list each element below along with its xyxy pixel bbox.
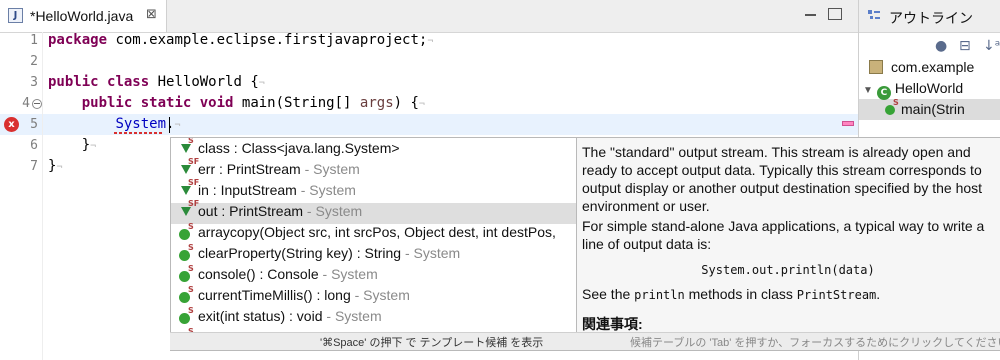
- static-final-field-icon: SF: [179, 200, 199, 217]
- completion-label: console() : Console: [198, 266, 319, 282]
- printstream-link[interactable]: PrintStream: [797, 288, 876, 302]
- completion-item[interactable]: Sconsole() : Console - System: [171, 265, 577, 287]
- maximize-icon[interactable]: [828, 8, 842, 20]
- code-line-1[interactable]: package com.example.eclipse.firstjavapro…: [48, 30, 433, 51]
- editor-tab-title: *HelloWorld.java: [30, 8, 134, 24]
- static-method-icon: S: [179, 223, 194, 240]
- completion-label: in : InputStream: [198, 182, 297, 198]
- static-method-icon: S: [885, 98, 899, 115]
- completion-item[interactable]: SclearProperty(String key) : String - Sy…: [171, 244, 577, 266]
- code-line-3[interactable]: public class HelloWorld {¬: [48, 72, 265, 93]
- completion-label: err : PrintStream: [198, 161, 301, 177]
- close-tab-icon[interactable]: ⊠: [146, 7, 157, 22]
- completion-qualifier: - System: [303, 203, 363, 219]
- sort-icon[interactable]: ↓ᵃ: [983, 38, 1000, 54]
- completion-item[interactable]: SF in : InputStream - System: [171, 179, 577, 203]
- static-method-icon: S: [179, 244, 194, 261]
- completion-label: clearProperty(String key) : String: [198, 245, 402, 261]
- completion-item[interactable]: Sclass : Class<java.lang.System>: [171, 138, 577, 161]
- completion-qualifier: - System: [382, 350, 441, 351]
- code-line-6[interactable]: }¬: [48, 135, 96, 156]
- static-method-icon: S: [179, 307, 194, 324]
- line-number: 4: [22, 96, 30, 111]
- gutter-divider: [42, 32, 43, 360]
- completion-item[interactable]: ScurrentTimeMillis() : long - System: [171, 286, 577, 308]
- focus-hint: 候補テーブルの 'Tab' を押すか、フォーカスするためにクリックしてください: [630, 337, 1000, 349]
- code-line-7[interactable]: }¬: [48, 156, 62, 177]
- completion-label: exit(int status) : void: [198, 308, 323, 324]
- completion-qualifier: - System: [350, 287, 410, 303]
- error-squiggle: [114, 132, 162, 134]
- line-number: 6: [30, 138, 38, 153]
- javadoc-paragraph: For simple stand-alone Java applications…: [582, 218, 985, 252]
- text-caret: [169, 117, 170, 133]
- template-hint: '⌘Space' の押下 で テンプレート候補 を表示: [320, 337, 544, 349]
- package-icon: [869, 60, 883, 74]
- editor-tab-helloworld[interactable]: J *HelloWorld.java ⊠: [0, 0, 167, 32]
- completion-item[interactable]: Sarraycopy(Object src, int srcPos, Objec…: [171, 223, 577, 245]
- completion-item[interactable]: Sgetenv() : Map<String,String> - System: [188, 349, 441, 351]
- content-assist-popup[interactable]: Sclass : Class<java.lang.System> SF err : …: [170, 137, 578, 351]
- completion-label: arraycopy(Object src, int srcPos, Object…: [198, 224, 556, 240]
- static-method-icon: S: [179, 265, 194, 282]
- completion-item[interactable]: Sexit(int status) : void - System: [171, 307, 577, 329]
- static-final-field-icon: SF: [179, 158, 199, 175]
- outline-view-title[interactable]: アウトライン: [889, 8, 973, 28]
- static-field-icon: S: [179, 138, 194, 154]
- minimize-icon[interactable]: [804, 8, 818, 20]
- error-marker-icon[interactable]: x: [4, 117, 19, 132]
- class-icon: C: [876, 86, 891, 100]
- javadoc-related-heading: 関連事項:: [582, 316, 643, 332]
- completion-label: getenv() : Map<String,String>: [198, 350, 382, 351]
- javadoc-code-sample: System.out.println(data): [701, 263, 875, 277]
- hide-non-public-icon[interactable]: ●: [935, 38, 947, 54]
- completion-label: class : Class<java.lang.System>: [198, 140, 400, 156]
- completion-qualifier: - System: [322, 308, 382, 324]
- javadoc-hover: The "standard" output stream. This strea…: [576, 137, 1000, 351]
- completion-qualifier: - System: [318, 266, 378, 282]
- line-number: 1: [30, 33, 38, 48]
- javadoc-paragraph: The "standard" output stream. This strea…: [582, 144, 983, 214]
- outline-item-package[interactable]: com.example: [869, 57, 974, 78]
- completion-item[interactable]: SF out : PrintStream - System: [171, 200, 577, 224]
- expand-arrow-icon[interactable]: ▼: [863, 85, 873, 96]
- overview-ruler-error-mark[interactable]: [842, 121, 854, 126]
- completion-qualifier: - System: [300, 161, 360, 177]
- completion-qualifier: - System: [296, 182, 356, 198]
- static-method-icon: S: [179, 286, 194, 303]
- fold-toggle-icon[interactable]: [32, 99, 42, 109]
- completion-label: out : PrintStream: [198, 203, 304, 219]
- content-assist-status: '⌘Space' の押下 で テンプレート候補 を表示 候補テーブルの 'Tab…: [170, 332, 1000, 350]
- javadoc-see-also-line: See the println methods in class PrintSt…: [582, 286, 881, 302]
- outline-icon: [868, 10, 880, 19]
- outline-tab-bar: アウトライン: [859, 0, 1000, 33]
- completion-qualifier: - System: [401, 245, 461, 261]
- code-line-4[interactable]: public static void main(String[] args) {…: [48, 93, 425, 114]
- static-final-field-icon: SF: [179, 179, 199, 196]
- outline-item-method[interactable]: Smain(Strin: [885, 98, 965, 120]
- collapse-all-icon[interactable]: ⊟: [959, 38, 971, 54]
- editor-tab-bar: J *HelloWorld.java ⊠: [0, 0, 858, 33]
- line-number: 2: [30, 54, 38, 69]
- outline-item-class[interactable]: ▼ C HelloWorld: [863, 78, 963, 100]
- completion-item[interactable]: SF err : PrintStream - System: [171, 158, 577, 182]
- completion-label: currentTimeMillis() : long: [198, 287, 351, 303]
- line-number: 7: [30, 159, 38, 174]
- java-file-icon: J: [8, 8, 23, 23]
